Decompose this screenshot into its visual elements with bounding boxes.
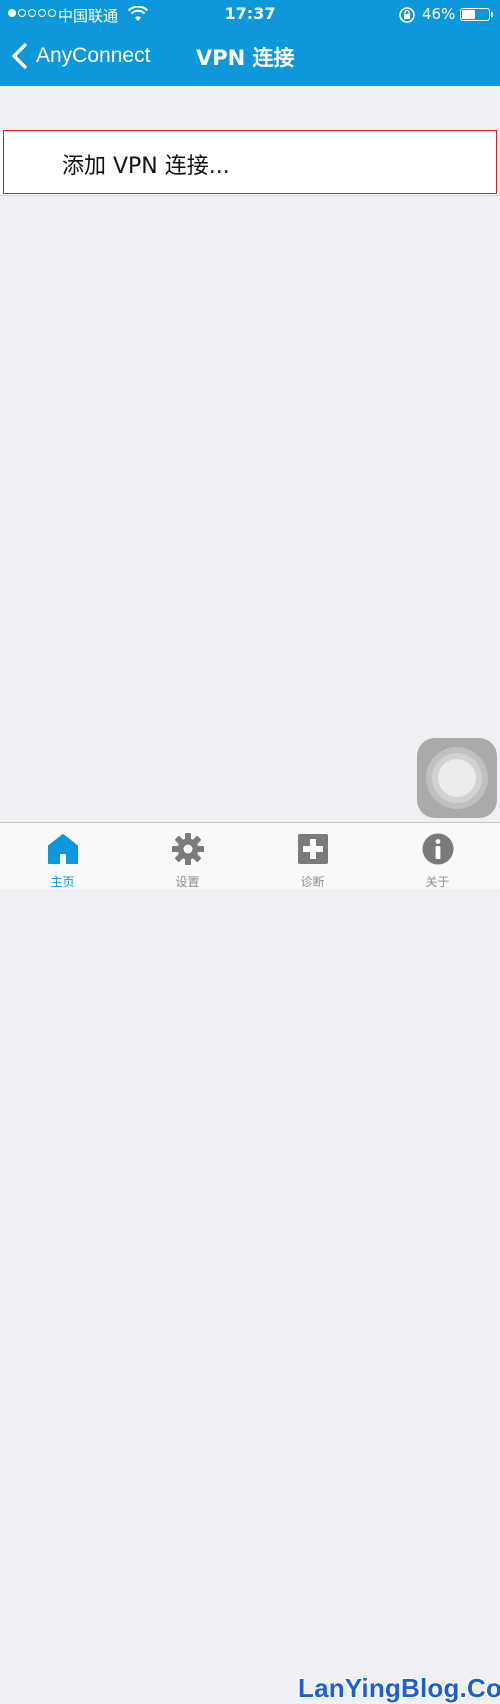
tab-diagnostics-label: 诊断 (300, 875, 325, 889)
tab-settings-label: 设置 (175, 875, 200, 889)
assistive-touch-button[interactable] (417, 738, 497, 818)
rotation-lock-icon (399, 7, 415, 23)
add-vpn-connection-label: 添加 VPN 连接... (62, 154, 230, 179)
battery-icon (460, 8, 493, 21)
tab-about[interactable]: 关于 (375, 823, 500, 889)
back-button[interactable]: AnyConnect (8, 38, 150, 74)
tab-bar: 主页 设置 诊断 关于 LanYingBlog.Co (0, 822, 500, 1703)
status-bar: 中国联通 17:37 46% (0, 0, 500, 30)
watermark-text: LanYingBlog.Com (298, 1673, 500, 1703)
tab-diagnostics[interactable]: 诊断 (250, 823, 375, 889)
diagnostics-plus-icon (298, 834, 328, 864)
nav-bar: AnyConnect VPN 连接 (0, 30, 500, 86)
main-content: 添加 VPN 连接... (0, 86, 500, 822)
home-icon (48, 834, 78, 864)
battery-percent: 46% (422, 5, 456, 23)
tab-home-label: 主页 (50, 875, 75, 889)
chevron-left-icon (12, 43, 27, 69)
app-header: 中国联通 17:37 46% AnyConnect VPN 连接 (0, 0, 500, 86)
add-vpn-connection-row[interactable]: 添加 VPN 连接... (0, 130, 500, 196)
tab-about-label: 关于 (425, 875, 450, 889)
tab-home[interactable]: 主页 (0, 823, 125, 889)
page-title: VPN 连接 (196, 46, 295, 70)
back-button-label: AnyConnect (36, 44, 151, 67)
gear-icon (172, 833, 204, 865)
info-icon (422, 833, 454, 865)
tab-settings[interactable]: 设置 (125, 823, 250, 889)
